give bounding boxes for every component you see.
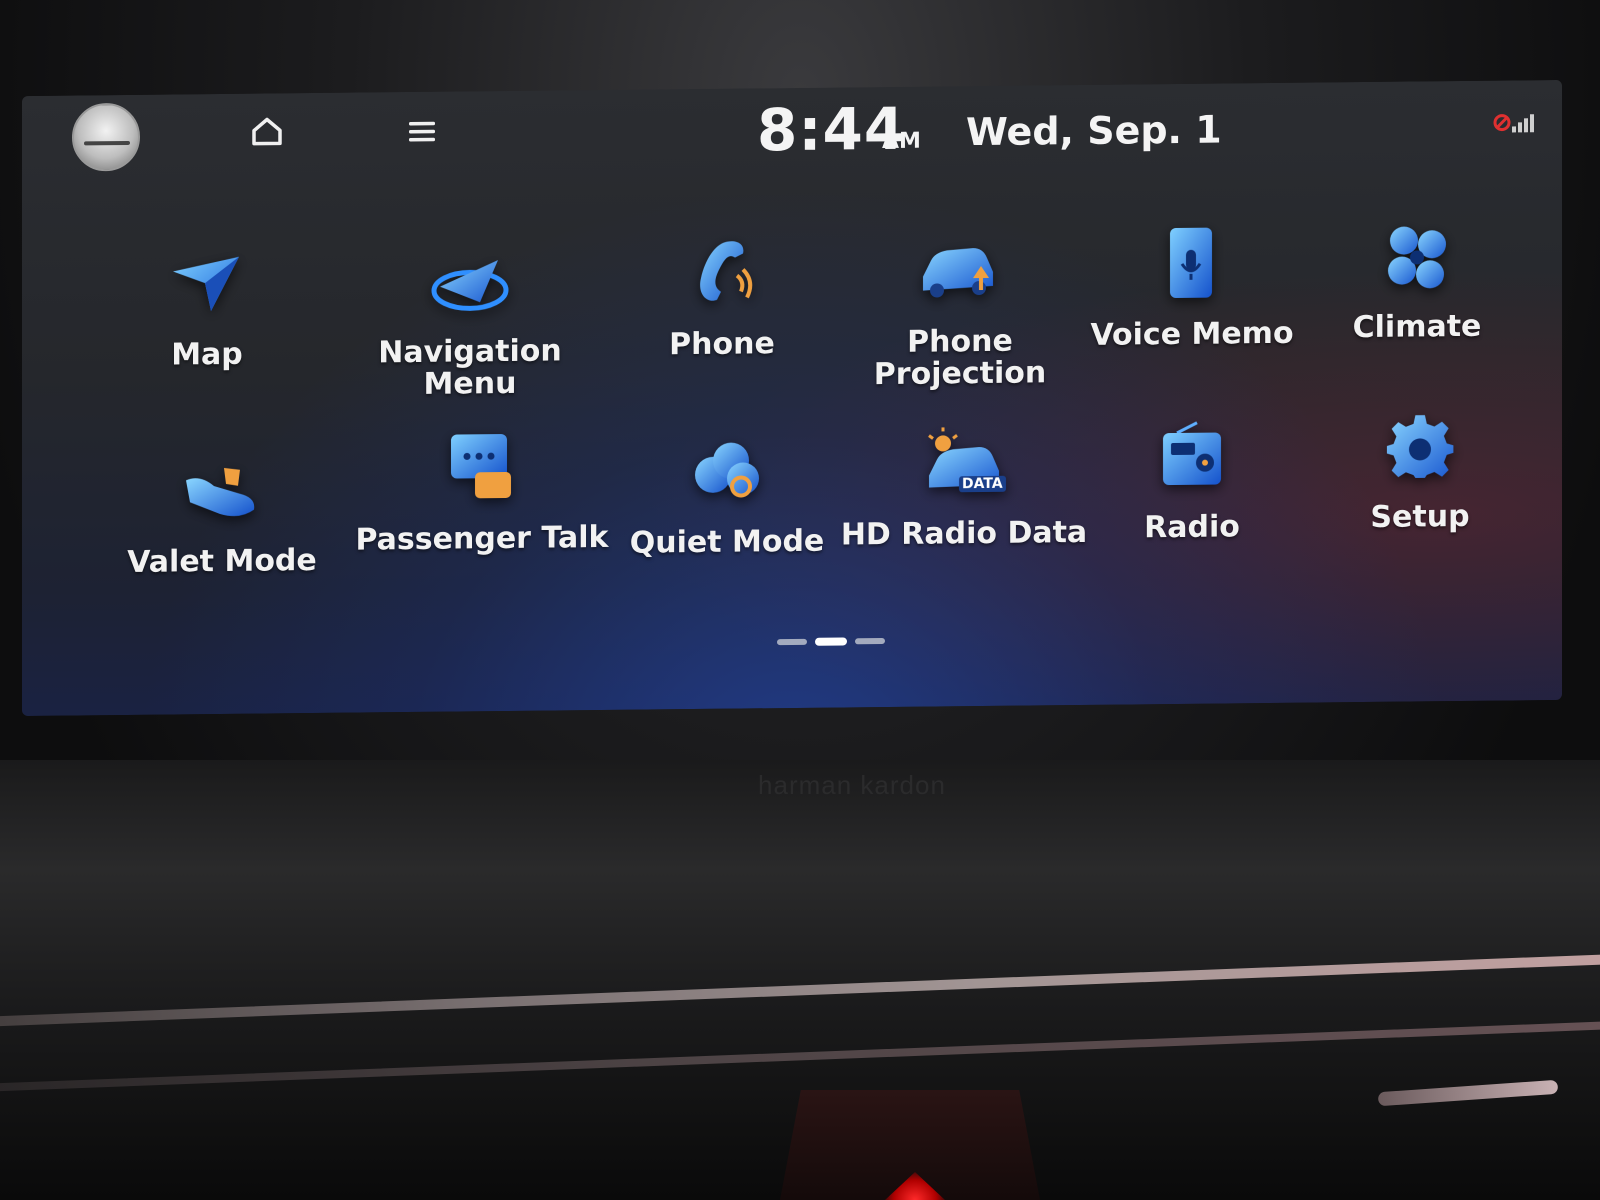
setup-icon (1375, 401, 1465, 492)
app-label: Valet Mode (127, 542, 317, 580)
page-indicator[interactable] (777, 635, 897, 648)
signal-status-icon (1493, 114, 1534, 133)
phone-icon (677, 228, 767, 319)
app-setup[interactable]: Setup (1290, 400, 1550, 593)
app-label: Phone Projection (873, 323, 1047, 393)
app-climate[interactable]: Climate (1287, 210, 1547, 403)
app-label: Phone (669, 326, 775, 363)
phone-projection-icon (915, 226, 1005, 317)
quiet-mode-icon (682, 426, 772, 517)
clock-ampm: AM (882, 128, 921, 155)
profile-avatar-icon[interactable] (72, 102, 140, 172)
map-icon (162, 239, 252, 330)
radio-icon (1147, 411, 1237, 502)
app-passenger-talk[interactable]: Passenger Talk (352, 422, 612, 615)
app-navigation-menu[interactable]: Navigation Menu (340, 235, 600, 428)
home-button[interactable] (247, 111, 287, 151)
app-phone-projection[interactable]: Phone Projection (830, 225, 1090, 418)
voice-memo-icon (1147, 218, 1237, 309)
home-icon (252, 117, 282, 146)
page-dot-3[interactable] (855, 638, 885, 645)
app-label: Passenger Talk (355, 519, 609, 558)
hd-radio-data-badge: DATA (959, 475, 1006, 493)
hd-radio-data-icon: DATA (919, 418, 1009, 509)
app-label: Quiet Mode (629, 523, 825, 561)
valet-mode-icon (177, 445, 267, 536)
app-voice-memo[interactable]: Voice Memo (1062, 217, 1322, 410)
app-valet-mode[interactable]: Valet Mode (92, 445, 352, 638)
page-dot-1[interactable] (777, 638, 807, 646)
page-dot-2[interactable] (815, 637, 847, 646)
status-bar: 8:44 AM Wed, Sep. 1 (22, 80, 1562, 186)
app-label: Setup (1370, 498, 1470, 535)
passenger-talk-icon (437, 423, 527, 514)
app-grid: Map Navigation Menu Phone Phone Projecti… (82, 200, 1522, 635)
app-label: Navigation Menu (378, 333, 562, 402)
app-label: Voice Memo (1090, 315, 1294, 353)
navigation-menu-icon (425, 236, 515, 327)
bezel-brand-text: harman kardon (758, 770, 946, 800)
app-radio[interactable]: Radio (1062, 410, 1322, 603)
app-label: Climate (1352, 308, 1482, 346)
menu-button[interactable] (402, 112, 442, 152)
app-label: Radio (1144, 509, 1240, 546)
menu-icon (409, 121, 435, 142)
climate-icon (1372, 211, 1462, 302)
app-quiet-mode[interactable]: Quiet Mode (597, 425, 857, 618)
app-label: HD Radio Data (840, 514, 1088, 553)
clock-date: Wed, Sep. 1 (966, 107, 1222, 155)
app-map[interactable]: Map (77, 238, 337, 431)
app-phone[interactable]: Phone (592, 227, 852, 420)
app-hd-radio-data[interactable]: DATA HD Radio Data (834, 417, 1094, 610)
app-label: Map (171, 336, 243, 373)
infotainment-screen: 8:44 AM Wed, Sep. 1 Map Navigation Menu … (22, 79, 1562, 717)
